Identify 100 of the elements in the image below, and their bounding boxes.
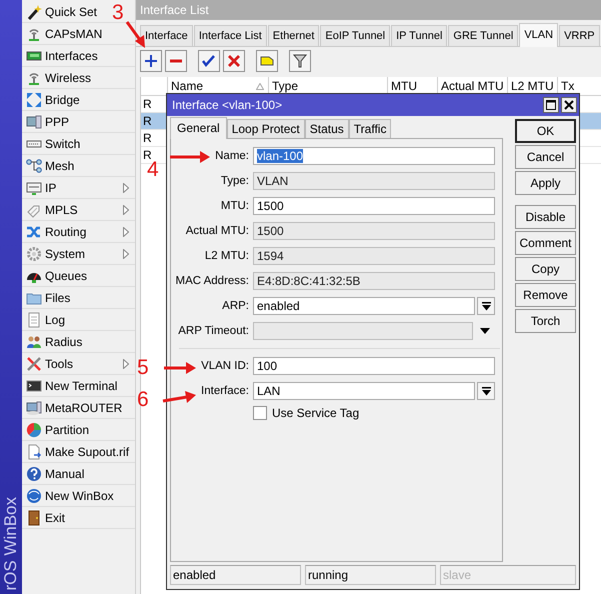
menu-item[interactable]: Mesh xyxy=(45,158,74,172)
menu-item[interactable]: MetaROUTER xyxy=(45,400,122,414)
menu-item[interactable]: Make Supout.rif xyxy=(45,444,130,458)
dialog-button[interactable]: Copy xyxy=(515,257,576,281)
field-label: ARP: xyxy=(222,300,249,312)
checkbox[interactable] xyxy=(253,406,267,420)
menu-item[interactable]: Partition xyxy=(45,422,90,436)
tab[interactable]: Loop Protect xyxy=(226,119,305,138)
column-header[interactable]: Type xyxy=(272,77,298,95)
dialog-button[interactable]: Comment xyxy=(515,231,576,255)
input-field[interactable]: LAN xyxy=(253,382,475,400)
tab[interactable]: Traffic xyxy=(348,119,392,138)
dropdown-arrow-icon xyxy=(482,386,490,396)
menu-item[interactable]: Radius xyxy=(45,334,82,348)
filter-button[interactable] xyxy=(289,50,311,72)
field-label: VLAN ID: xyxy=(201,360,249,372)
close-button[interactable] xyxy=(561,97,577,113)
menu-item[interactable]: Bridge xyxy=(45,92,80,106)
annotation-arrow xyxy=(164,362,196,374)
status-text: running xyxy=(305,565,436,585)
menu-item[interactable]: Exit xyxy=(45,510,66,524)
input-field[interactable]: 1500 xyxy=(253,222,495,240)
dialog-button[interactable]: Cancel xyxy=(515,145,576,169)
tab[interactable]: Ethernet xyxy=(268,25,320,46)
field-label: ARP Timeout: xyxy=(178,325,249,337)
restore-button[interactable] xyxy=(543,97,559,113)
dropdown-arrow-icon[interactable] xyxy=(480,328,490,334)
dialog-button[interactable]: Disable xyxy=(515,205,576,229)
dialog-button[interactable]: OK xyxy=(515,119,576,143)
input-field[interactable] xyxy=(253,322,473,340)
nodes-icon xyxy=(26,158,42,174)
dropdown-button[interactable] xyxy=(477,382,495,400)
globe-icon xyxy=(26,488,42,504)
table-cell-text: R xyxy=(142,130,153,146)
menu-item[interactable]: Switch xyxy=(45,136,80,150)
menu-item[interactable]: MPLS xyxy=(45,202,78,216)
dialog-button[interactable]: Apply xyxy=(515,171,576,195)
menu-item[interactable]: System xyxy=(45,246,86,260)
tab[interactable]: Interface xyxy=(140,25,193,46)
input-field[interactable]: enabled xyxy=(253,297,475,315)
display-icon xyxy=(26,180,42,196)
field-label: Name: xyxy=(215,150,249,162)
input-field[interactable]: E4:8D:8C:41:32:5B xyxy=(253,272,495,290)
field-label: Interface: xyxy=(201,385,249,397)
column-header[interactable]: Tx xyxy=(561,77,574,95)
disable-button[interactable] xyxy=(223,50,245,72)
tab[interactable]: EoIP Tunnel xyxy=(320,25,390,46)
wand-icon xyxy=(26,4,42,20)
menu-item[interactable]: Wireless xyxy=(45,70,92,84)
step-number: 4 xyxy=(147,159,159,180)
menu-item[interactable]: Files xyxy=(45,290,70,304)
tab[interactable]: VRRP xyxy=(559,25,600,46)
arrows-icon xyxy=(26,92,42,108)
computer-icon xyxy=(26,114,42,130)
restore-icon xyxy=(546,100,556,110)
input-field[interactable]: 1500 xyxy=(253,197,495,215)
comment-button[interactable] xyxy=(256,50,278,72)
menu-item[interactable]: Quick Set xyxy=(45,4,98,18)
gear-icon xyxy=(26,246,42,262)
menu-item[interactable]: Log xyxy=(45,312,66,326)
tab[interactable]: General xyxy=(170,117,227,139)
remove-button[interactable] xyxy=(165,50,187,72)
column-header[interactable]: Actual MTU xyxy=(441,77,504,95)
input-field[interactable]: vlan-100 xyxy=(253,147,495,165)
tools-icon xyxy=(26,356,42,372)
menu-item[interactable]: Tools xyxy=(45,356,74,370)
column-header[interactable]: Name xyxy=(171,77,204,95)
tab[interactable]: GRE Tunnel xyxy=(448,25,518,46)
annotation-arrow xyxy=(162,391,196,403)
step-number: 5 xyxy=(137,357,149,378)
menu-item[interactable]: CAPsMAN xyxy=(45,26,102,40)
menu-item[interactable]: PPP xyxy=(45,114,70,128)
column-header[interactable]: MTU xyxy=(391,77,417,95)
enable-button[interactable] xyxy=(198,50,220,72)
menu-item[interactable]: New Terminal xyxy=(45,378,118,392)
column-header[interactable]: L2 MTU xyxy=(511,77,554,95)
tab[interactable]: Status xyxy=(304,119,349,138)
dialog-button[interactable]: Torch xyxy=(515,309,576,333)
dropdown-button[interactable] xyxy=(477,297,495,315)
tab[interactable]: Interface List xyxy=(194,25,267,46)
add-button[interactable] xyxy=(140,50,162,72)
menu-item[interactable]: Manual xyxy=(45,466,84,480)
input-field[interactable]: 100 xyxy=(253,357,495,375)
filter-icon xyxy=(293,54,307,68)
tab[interactable]: VLAN xyxy=(519,23,558,47)
close-icon xyxy=(564,100,574,110)
menu-item[interactable]: Routing xyxy=(45,224,86,238)
tab[interactable]: IP Tunnel xyxy=(391,25,448,46)
menu-item[interactable]: IP xyxy=(45,180,56,194)
input-field[interactable]: 1594 xyxy=(253,247,495,265)
menu-item[interactable]: Queues xyxy=(45,268,88,282)
menu-item[interactable]: Interfaces xyxy=(45,48,98,62)
input-field[interactable]: VLAN xyxy=(253,172,495,190)
table-cell-text: R xyxy=(142,113,153,129)
plus-icon xyxy=(144,54,158,68)
dialog-title: Interface <vlan-100> xyxy=(172,98,282,112)
menu-item[interactable]: New WinBox xyxy=(45,488,114,502)
dialog-button[interactable]: Remove xyxy=(515,283,576,307)
document-icon xyxy=(26,444,42,460)
banner-text: rOS WinBox xyxy=(1,497,21,591)
